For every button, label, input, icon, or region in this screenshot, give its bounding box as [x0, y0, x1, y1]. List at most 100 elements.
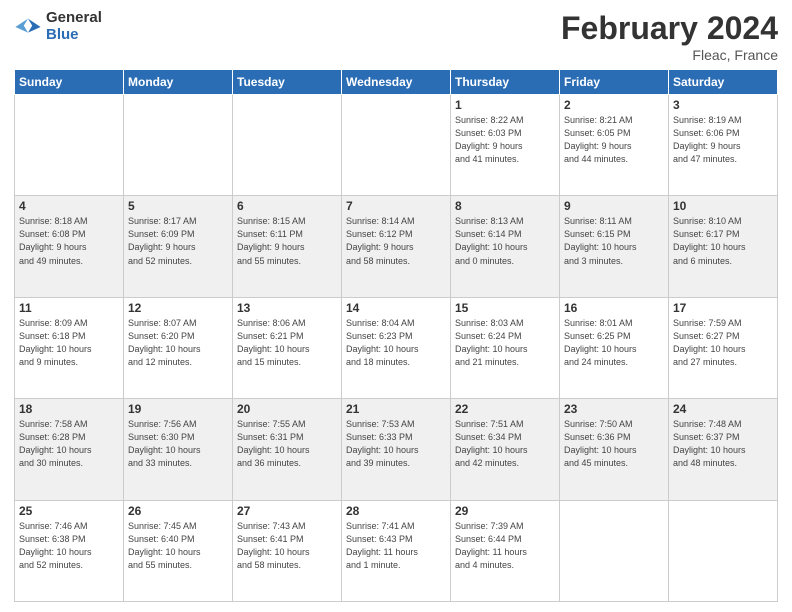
day-info: Sunrise: 8:22 AM Sunset: 6:03 PM Dayligh… — [455, 114, 555, 166]
day-number: 23 — [564, 402, 664, 416]
day-cell: 2 Sunrise: 8:21 AM Sunset: 6:05 PM Daylig… — [560, 95, 669, 196]
weekday-header-friday: Friday — [560, 70, 669, 95]
weekday-header-wednesday: Wednesday — [342, 70, 451, 95]
day-info: Sunrise: 7:41 AM Sunset: 6:43 PM Dayligh… — [346, 520, 446, 572]
day-cell: 28 Sunrise: 7:41 AM Sunset: 6:43 PM Dayli… — [342, 500, 451, 601]
day-number: 20 — [237, 402, 337, 416]
week-row-4: 18 Sunrise: 7:58 AM Sunset: 6:28 PM Dayli… — [15, 399, 778, 500]
day-info: Sunrise: 8:13 AM Sunset: 6:14 PM Dayligh… — [455, 215, 555, 267]
day-number: 22 — [455, 402, 555, 416]
day-info: Sunrise: 7:48 AM Sunset: 6:37 PM Dayligh… — [673, 418, 773, 470]
day-cell: 10Sunrise: 8:10 AM Sunset: 6:17 PM Dayli… — [669, 196, 778, 297]
day-cell — [342, 95, 451, 196]
calendar-table: SundayMondayTuesdayWednesdayThursdayFrid… — [14, 69, 778, 602]
day-info: Sunrise: 7:56 AM Sunset: 6:30 PM Dayligh… — [128, 418, 228, 470]
week-row-2: 4Sunrise: 8:18 AM Sunset: 6:08 PM Daylig… — [15, 196, 778, 297]
day-cell: 16 Sunrise: 8:01 AM Sunset: 6:25 PM Dayli… — [560, 297, 669, 398]
day-info: Sunrise: 8:03 AM Sunset: 6:24 PM Dayligh… — [455, 317, 555, 369]
day-cell: 9 Sunrise: 8:11 AM Sunset: 6:15 PM Daylig… — [560, 196, 669, 297]
day-number: 18 — [19, 402, 119, 416]
day-number: 2 — [564, 98, 664, 112]
day-cell: 26 Sunrise: 7:45 AM Sunset: 6:40 PM Dayli… — [124, 500, 233, 601]
day-cell — [124, 95, 233, 196]
day-number: 13 — [237, 301, 337, 315]
day-cell: 15 Sunrise: 8:03 AM Sunset: 6:24 PM Dayli… — [451, 297, 560, 398]
day-info: Sunrise: 7:45 AM Sunset: 6:40 PM Dayligh… — [128, 520, 228, 572]
day-cell: 6 Sunrise: 8:15 AM Sunset: 6:11 PM Daylig… — [233, 196, 342, 297]
day-info: Sunrise: 8:11 AM Sunset: 6:15 PM Dayligh… — [564, 215, 664, 267]
day-info: Sunrise: 8:09 AM Sunset: 6:18 PM Dayligh… — [19, 317, 119, 369]
day-number: 26 — [128, 504, 228, 518]
day-cell: 21 Sunrise: 7:53 AM Sunset: 6:33 PM Dayli… — [342, 399, 451, 500]
day-cell: 3Sunrise: 8:19 AM Sunset: 6:06 PM Daylig… — [669, 95, 778, 196]
day-number: 9 — [564, 199, 664, 213]
day-cell: 4Sunrise: 8:18 AM Sunset: 6:08 PM Daylig… — [15, 196, 124, 297]
day-number: 8 — [455, 199, 555, 213]
day-info: Sunrise: 8:07 AM Sunset: 6:20 PM Dayligh… — [128, 317, 228, 369]
calendar-page: General Blue February 2024 Fleac, France… — [0, 0, 792, 612]
day-info: Sunrise: 7:39 AM Sunset: 6:44 PM Dayligh… — [455, 520, 555, 572]
weekday-header-thursday: Thursday — [451, 70, 560, 95]
day-info: Sunrise: 8:19 AM Sunset: 6:06 PM Dayligh… — [673, 114, 773, 166]
title-block: February 2024 Fleac, France — [561, 10, 778, 63]
day-info: Sunrise: 8:04 AM Sunset: 6:23 PM Dayligh… — [346, 317, 446, 369]
day-cell: 22 Sunrise: 7:51 AM Sunset: 6:34 PM Dayli… — [451, 399, 560, 500]
weekday-header-monday: Monday — [124, 70, 233, 95]
logo-blue: Blue — [46, 27, 102, 44]
logo: General Blue — [14, 10, 102, 43]
day-info: Sunrise: 8:18 AM Sunset: 6:08 PM Dayligh… — [19, 215, 119, 267]
logo-icon — [14, 13, 42, 41]
day-info: Sunrise: 7:51 AM Sunset: 6:34 PM Dayligh… — [455, 418, 555, 470]
day-cell: 24 Sunrise: 7:48 AM Sunset: 6:37 PM Dayli… — [669, 399, 778, 500]
day-number: 27 — [237, 504, 337, 518]
day-number: 28 — [346, 504, 446, 518]
day-cell: 7Sunrise: 8:14 AM Sunset: 6:12 PM Daylig… — [342, 196, 451, 297]
day-cell: 1 Sunrise: 8:22 AM Sunset: 6:03 PM Daylig… — [451, 95, 560, 196]
day-info: Sunrise: 7:46 AM Sunset: 6:38 PM Dayligh… — [19, 520, 119, 572]
day-number: 17 — [673, 301, 773, 315]
day-cell — [669, 500, 778, 601]
day-info: Sunrise: 8:10 AM Sunset: 6:17 PM Dayligh… — [673, 215, 773, 267]
weekday-header-row: SundayMondayTuesdayWednesdayThursdayFrid… — [15, 70, 778, 95]
header: General Blue February 2024 Fleac, France — [14, 10, 778, 63]
calendar-location: Fleac, France — [561, 47, 778, 63]
day-info: Sunrise: 7:53 AM Sunset: 6:33 PM Dayligh… — [346, 418, 446, 470]
calendar-title: February 2024 — [561, 10, 778, 47]
day-info: Sunrise: 7:59 AM Sunset: 6:27 PM Dayligh… — [673, 317, 773, 369]
day-number: 11 — [19, 301, 119, 315]
day-cell: 20 Sunrise: 7:55 AM Sunset: 6:31 PM Dayli… — [233, 399, 342, 500]
day-cell: 17 Sunrise: 7:59 AM Sunset: 6:27 PM Dayli… — [669, 297, 778, 398]
week-row-5: 25 Sunrise: 7:46 AM Sunset: 6:38 PM Dayli… — [15, 500, 778, 601]
day-cell: 23 Sunrise: 7:50 AM Sunset: 6:36 PM Dayli… — [560, 399, 669, 500]
day-cell: 27Sunrise: 7:43 AM Sunset: 6:41 PM Dayli… — [233, 500, 342, 601]
day-info: Sunrise: 7:50 AM Sunset: 6:36 PM Dayligh… — [564, 418, 664, 470]
day-number: 29 — [455, 504, 555, 518]
day-number: 21 — [346, 402, 446, 416]
day-info: Sunrise: 8:21 AM Sunset: 6:05 PM Dayligh… — [564, 114, 664, 166]
day-info: Sunrise: 8:17 AM Sunset: 6:09 PM Dayligh… — [128, 215, 228, 267]
day-info: Sunrise: 8:01 AM Sunset: 6:25 PM Dayligh… — [564, 317, 664, 369]
day-cell: 18 Sunrise: 7:58 AM Sunset: 6:28 PM Dayli… — [15, 399, 124, 500]
day-number: 16 — [564, 301, 664, 315]
day-cell — [233, 95, 342, 196]
day-cell — [15, 95, 124, 196]
week-row-1: 1 Sunrise: 8:22 AM Sunset: 6:03 PM Daylig… — [15, 95, 778, 196]
day-info: Sunrise: 7:58 AM Sunset: 6:28 PM Dayligh… — [19, 418, 119, 470]
day-number: 6 — [237, 199, 337, 213]
day-cell: 19 Sunrise: 7:56 AM Sunset: 6:30 PM Dayli… — [124, 399, 233, 500]
day-cell — [560, 500, 669, 601]
weekday-header-sunday: Sunday — [15, 70, 124, 95]
day-number: 25 — [19, 504, 119, 518]
day-info: Sunrise: 8:06 AM Sunset: 6:21 PM Dayligh… — [237, 317, 337, 369]
day-number: 24 — [673, 402, 773, 416]
day-cell: 14Sunrise: 8:04 AM Sunset: 6:23 PM Dayli… — [342, 297, 451, 398]
day-number: 15 — [455, 301, 555, 315]
day-cell: 12Sunrise: 8:07 AM Sunset: 6:20 PM Dayli… — [124, 297, 233, 398]
day-cell: 5Sunrise: 8:17 AM Sunset: 6:09 PM Daylig… — [124, 196, 233, 297]
weekday-header-saturday: Saturday — [669, 70, 778, 95]
day-number: 19 — [128, 402, 228, 416]
day-number: 1 — [455, 98, 555, 112]
day-info: Sunrise: 8:14 AM Sunset: 6:12 PM Dayligh… — [346, 215, 446, 267]
day-info: Sunrise: 7:55 AM Sunset: 6:31 PM Dayligh… — [237, 418, 337, 470]
day-info: Sunrise: 8:15 AM Sunset: 6:11 PM Dayligh… — [237, 215, 337, 267]
